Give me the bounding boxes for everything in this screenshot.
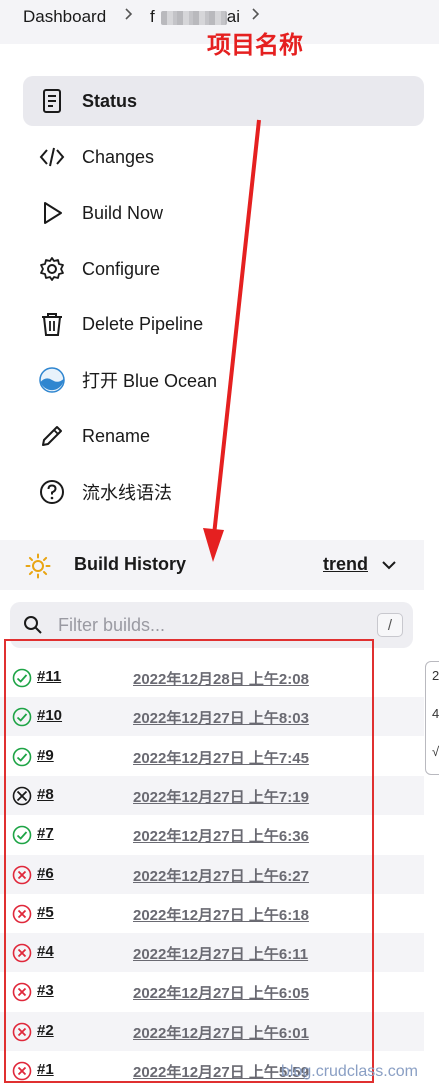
watermark: blog.crudclass.com [281, 1063, 418, 1080]
annotation-arrow [203, 119, 261, 562]
